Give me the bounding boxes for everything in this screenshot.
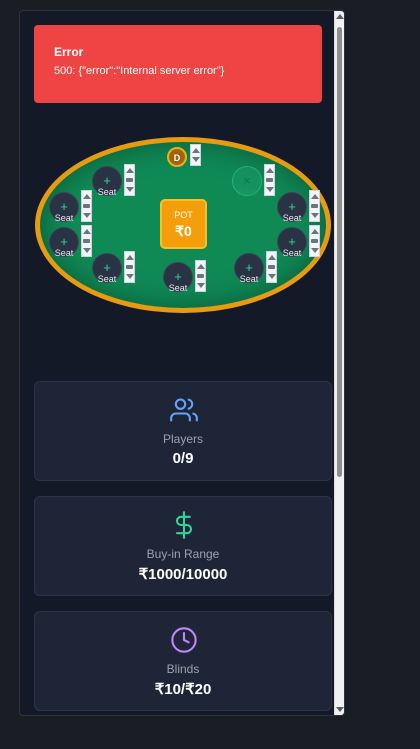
pot-display: POT ₹0: [160, 199, 207, 249]
seat-3-stepper[interactable]: [81, 190, 92, 222]
pot-label: POT: [174, 210, 193, 220]
seat-7[interactable]: + Seat: [92, 253, 122, 284]
buyin-label: Buy-in Range: [146, 547, 220, 561]
dealer-position-stepper[interactable]: [190, 144, 201, 166]
seat-2[interactable]: × Seat: [232, 166, 262, 197]
stepper-down-icon[interactable]: [192, 157, 200, 162]
seat-label: Seat: [54, 213, 74, 223]
error-title: Error: [54, 45, 84, 59]
scrollbar-thumb[interactable]: [337, 27, 342, 477]
game-panel: Error 500: {"error":"Internal server err…: [19, 10, 345, 716]
error-message: 500: {"error":"Internal server error"}: [54, 65, 225, 77]
seat-label: Seat: [168, 283, 188, 293]
blinds-value: ₹10/₹20: [154, 681, 212, 698]
seat-label: Seat: [237, 187, 257, 197]
scroll-down-icon[interactable]: [336, 707, 344, 712]
players-card: Players 0/9: [34, 381, 332, 481]
blinds-label: Blinds: [166, 662, 200, 676]
error-alert: Error 500: {"error":"Internal server err…: [34, 25, 322, 103]
seat-label: Seat: [97, 274, 117, 284]
seat-9-stepper[interactable]: [266, 251, 277, 283]
pot-value: ₹0: [175, 223, 192, 239]
players-label: Players: [162, 432, 203, 446]
buyin-value: ₹1000/10000: [138, 566, 228, 583]
seat-2-stepper[interactable]: [264, 164, 275, 196]
seat-5-stepper[interactable]: [81, 225, 92, 257]
seat-4-stepper[interactable]: [309, 190, 320, 222]
seat-9[interactable]: + Seat: [234, 253, 264, 284]
seat-8-stepper[interactable]: [195, 260, 206, 292]
seat-6-stepper[interactable]: [309, 225, 320, 257]
seat-label: Seat: [282, 248, 302, 258]
scroll-up-icon[interactable]: [336, 14, 344, 19]
seat-4[interactable]: + Seat: [277, 192, 307, 223]
seat-label: Seat: [97, 187, 117, 197]
seat-label: Seat: [282, 213, 302, 223]
blinds-card: Blinds ₹10/₹20: [34, 611, 332, 711]
seat-1[interactable]: + Seat: [92, 166, 122, 197]
stepper-up-icon[interactable]: [192, 148, 200, 153]
seat-label: Seat: [239, 274, 259, 284]
poker-table-area: D POT ₹0 + Seat × Seat + Seat + Seat + S…: [35, 137, 331, 313]
dealer-button: D: [167, 147, 187, 167]
seat-3[interactable]: + Seat: [49, 192, 79, 223]
seat-8[interactable]: + Seat: [163, 262, 193, 293]
buyin-card: Buy-in Range ₹1000/10000: [34, 496, 332, 596]
clock-icon: [171, 627, 197, 653]
dollar-icon: [175, 511, 193, 539]
seat-5[interactable]: + Seat: [49, 227, 79, 258]
seat-1-stepper[interactable]: [124, 164, 135, 196]
users-icon: [170, 398, 198, 422]
seat-6[interactable]: + Seat: [277, 227, 307, 258]
seat-label: Seat: [54, 248, 74, 258]
seat-7-stepper[interactable]: [124, 251, 135, 283]
players-value: 0/9: [172, 450, 194, 467]
vertical-scrollbar[interactable]: [334, 11, 344, 715]
